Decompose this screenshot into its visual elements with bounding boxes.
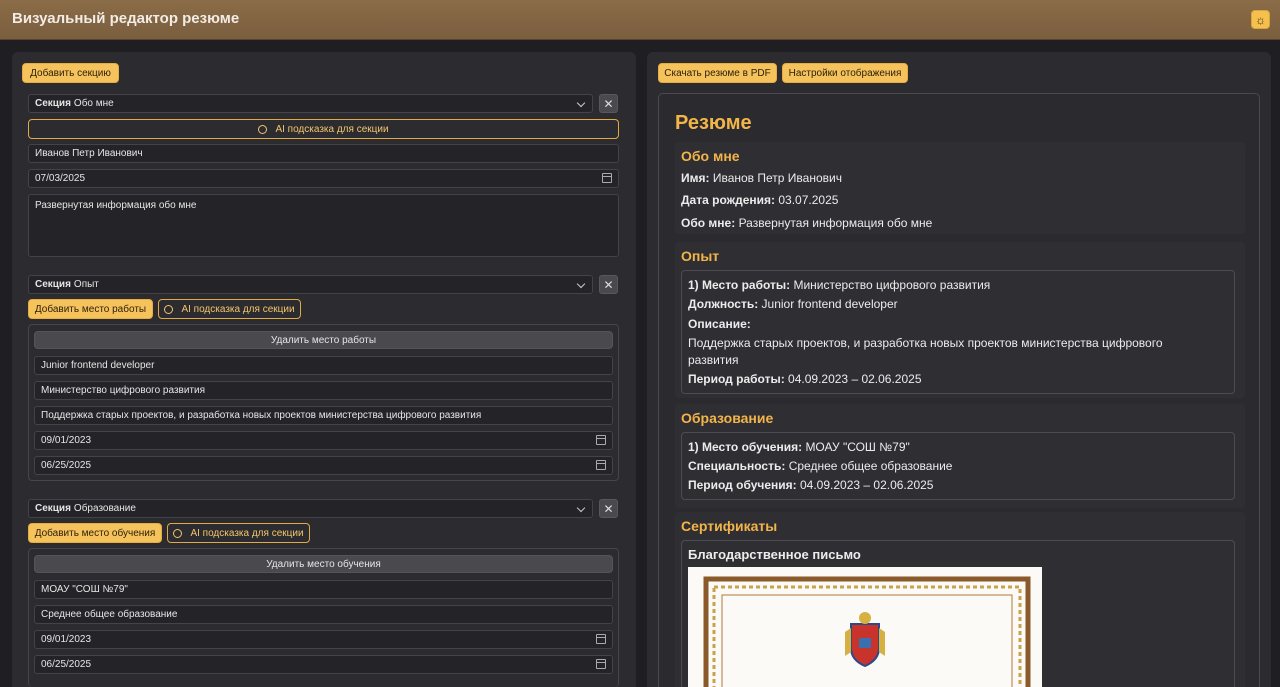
- job-end-date-value: 06/25/2025: [41, 460, 92, 471]
- ai-hint-about-button[interactable]: AI подсказка для секции: [28, 119, 619, 139]
- preview-study-specialty: Специальность: Среднее общее образование: [688, 459, 953, 473]
- top-bar: Визуальный редактор резюме ☼: [0, 0, 1280, 40]
- preview-job-desc-line1: Поддержка старых проектов, и разработка …: [688, 336, 1163, 350]
- remove-study-place-button[interactable]: Удалить место обучения: [34, 555, 613, 573]
- preview-job-entry: 1) Место работы: Министерство цифрового …: [681, 270, 1235, 394]
- remove-section-about-button[interactable]: ✕: [599, 94, 618, 113]
- section-prefix: Секция: [35, 279, 71, 290]
- calendar-icon: [596, 460, 606, 470]
- smile-icon: [258, 124, 268, 134]
- section-prefix: Секция: [35, 503, 71, 514]
- resume-preview: Резюме Обо мне Имя: Иванов Петр Иванович…: [658, 93, 1260, 687]
- preview-job-period: Период работы: 04.09.2023 – 02.06.2025: [688, 372, 922, 386]
- preview-certificates-card: Сертификаты Благодарственное письмо: [675, 512, 1245, 687]
- section-select-education[interactable]: Секция Образование: [28, 499, 593, 518]
- add-study-place-button[interactable]: Добавить место обучения: [28, 523, 162, 543]
- birth-date-value: 07/03/2025: [35, 173, 86, 184]
- calendar-icon: [602, 173, 612, 183]
- display-settings-button[interactable]: Настройки отображения: [782, 63, 908, 83]
- add-workplace-button[interactable]: Добавить место работы: [28, 299, 153, 319]
- study-start-date-input[interactable]: 09/01/2023: [34, 630, 613, 649]
- company-input[interactable]: Министерство цифрового развития: [34, 381, 613, 400]
- preview-certificate-entry: Благодарственное письмо: [681, 540, 1235, 687]
- ai-hint-label: AI подсказка для секции: [275, 123, 389, 135]
- ai-hint-education-button[interactable]: AI подсказка для секции: [167, 523, 310, 543]
- job-start-date-input[interactable]: 09/01/2023: [34, 431, 613, 450]
- preview-job-position: Должность: Junior frontend developer: [688, 297, 898, 311]
- theme-toggle-button[interactable]: ☼: [1251, 10, 1270, 29]
- download-pdf-button[interactable]: Скачать резюме в PDF: [658, 63, 777, 83]
- section-prefix: Секция: [35, 98, 71, 109]
- calendar-icon: [596, 435, 606, 445]
- preview-study-place: 1) Место обучения: МОАУ "СОШ №79": [688, 440, 910, 454]
- chevron-down-icon: [576, 98, 586, 108]
- remove-workplace-button[interactable]: Удалить место работы: [34, 331, 613, 349]
- preview-study-period: Период обучения: 04.09.2023 – 02.06.2025: [688, 478, 934, 492]
- institution-input[interactable]: МОАУ "СОШ №79": [34, 580, 613, 599]
- preview-education-card: Образование 1) Место обучения: МОАУ "СОШ…: [675, 404, 1245, 508]
- add-section-button[interactable]: Добавить секцию: [22, 63, 119, 83]
- preview-job-place: 1) Место работы: Министерство цифрового …: [688, 278, 991, 292]
- smile-icon: [164, 304, 174, 314]
- name-input[interactable]: Иванов Петр Иванович: [28, 144, 619, 163]
- sun-icon: ☼: [1255, 12, 1266, 27]
- preview-study-entry: 1) Место обучения: МОАУ "СОШ №79" Специа…: [681, 432, 1235, 500]
- section-name: Обо мне: [73, 98, 114, 109]
- job-description-input[interactable]: Поддержка старых проектов, и разработка …: [34, 406, 613, 425]
- resume-title: Резюме: [675, 112, 752, 134]
- study-end-date-value: 06/25/2025: [41, 659, 92, 670]
- ai-hint-experience-button[interactable]: AI подсказка для секции: [158, 299, 301, 319]
- chevron-down-icon: [576, 279, 586, 289]
- certificate-image: [688, 567, 1042, 687]
- preview-about-line: Обо мне: Развернутая информация обо мне: [681, 216, 933, 230]
- preview-certificate-title: Благодарственное письмо: [688, 547, 861, 562]
- chevron-down-icon: [576, 503, 586, 513]
- coat-of-arms-icon: [845, 612, 885, 668]
- ai-hint-label: AI подсказка для секции: [190, 527, 304, 539]
- section-name: Образование: [73, 503, 136, 514]
- remove-section-experience-button[interactable]: ✕: [599, 275, 618, 294]
- preview-birth-line: Дата рождения: 03.07.2025: [681, 193, 839, 207]
- preview-job-desc-label: Описание:: [688, 317, 751, 331]
- preview-education-heading: Образование: [681, 410, 774, 426]
- calendar-icon: [596, 634, 606, 644]
- preview-job-desc-line2: развития: [688, 353, 739, 367]
- section-select-experience[interactable]: Секция Опыт: [28, 275, 593, 294]
- birth-date-input[interactable]: 07/03/2025: [28, 169, 619, 188]
- calendar-icon: [596, 659, 606, 669]
- remove-section-education-button[interactable]: ✕: [599, 499, 618, 518]
- about-textarea[interactable]: Развернутая информация обо мне: [28, 194, 619, 257]
- study-start-date-value: 09/01/2023: [41, 634, 92, 645]
- specialty-input[interactable]: Среднее общее образование: [34, 605, 613, 624]
- job-start-date-value: 09/01/2023: [41, 435, 92, 446]
- app-title: Визуальный редактор резюме: [12, 10, 240, 27]
- study-end-date-input[interactable]: 06/25/2025: [34, 655, 613, 674]
- preview-experience-card: Опыт 1) Место работы: Министерство цифро…: [675, 242, 1245, 398]
- preview-about-card: Обо мне Имя: Иванов Петр Иванович Дата р…: [675, 142, 1245, 234]
- section-name: Опыт: [73, 279, 99, 290]
- preview-experience-heading: Опыт: [681, 248, 720, 264]
- position-input[interactable]: Junior frontend developer: [34, 356, 613, 375]
- close-icon: ✕: [603, 277, 614, 292]
- section-select-about[interactable]: Секция Обо мне: [28, 94, 593, 113]
- preview-certificates-heading: Сертификаты: [681, 518, 778, 534]
- smile-icon: [173, 528, 183, 538]
- preview-about-heading: Обо мне: [681, 148, 740, 164]
- preview-name-line: Имя: Иванов Петр Иванович: [681, 171, 842, 185]
- job-end-date-input[interactable]: 06/25/2025: [34, 456, 613, 475]
- close-icon: ✕: [603, 501, 614, 516]
- close-icon: ✕: [603, 96, 614, 111]
- ai-hint-label: AI подсказка для секции: [181, 303, 295, 315]
